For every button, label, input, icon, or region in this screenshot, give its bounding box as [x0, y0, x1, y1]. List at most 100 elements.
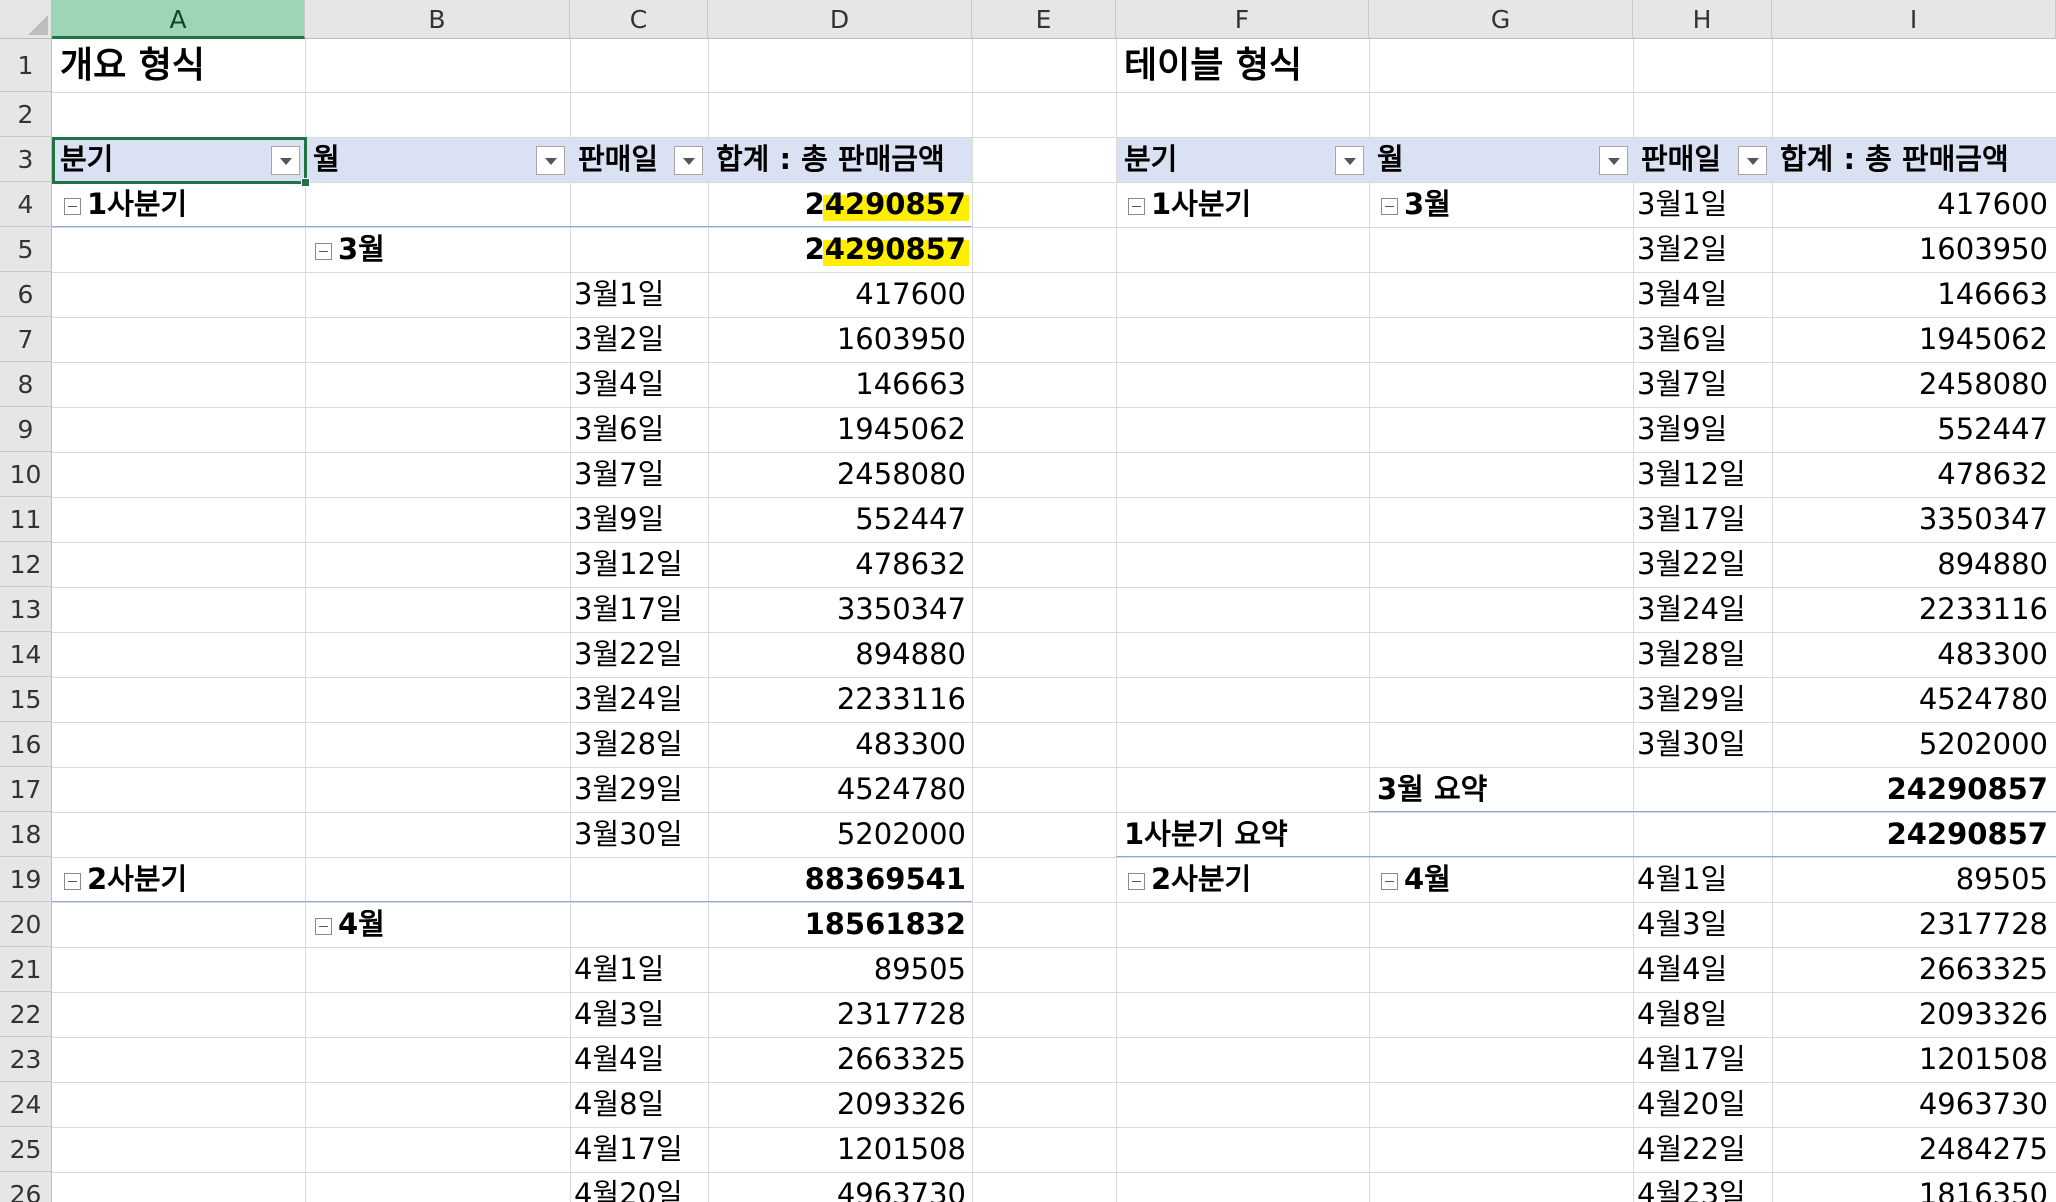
tabular-date-cell: 3월29일	[1637, 682, 1746, 716]
outline-sum-value: 2317728	[836, 997, 966, 1031]
tabular-month-cell[interactable]: 3월	[1369, 182, 1633, 227]
outline-date-cell: 3월9일	[574, 502, 665, 536]
outline-filter-dropdown-month[interactable]	[536, 146, 565, 175]
row-header-6[interactable]: 6	[0, 272, 52, 317]
row-header-18[interactable]: 18	[0, 812, 52, 857]
tabular-filter-dropdown-month[interactable]	[1599, 146, 1628, 175]
column-header-g[interactable]: G	[1369, 0, 1633, 39]
row-header-4[interactable]: 4	[0, 182, 52, 227]
collapse-minus-icon[interactable]	[315, 917, 332, 935]
collapse-minus-icon[interactable]	[315, 242, 332, 260]
row-header-8[interactable]: 8	[0, 362, 52, 407]
tabular-month-summary: 3월 요약	[1377, 772, 1488, 806]
outline-date-cell: 3월24일	[574, 682, 683, 716]
outline-month-row[interactable]: 4월	[305, 902, 708, 947]
outline-sum-value: 4963730	[836, 1177, 966, 1202]
tabular-quarter-cell[interactable]: 2사분기	[1116, 857, 1369, 902]
tabular-month-summary-separator	[1369, 811, 2056, 812]
outline-quarter-row[interactable]: 2사분기	[52, 857, 570, 902]
tabular-date-cell: 3월22일	[1637, 547, 1746, 581]
corner-triangle-icon	[28, 15, 48, 35]
row-header-17[interactable]: 17	[0, 767, 52, 812]
tabular-sum-value: 4524780	[1918, 682, 2048, 716]
tabular-header-month: 월	[1377, 142, 1404, 176]
select-all-corner[interactable]	[0, 0, 52, 39]
row-header-13[interactable]: 13	[0, 587, 52, 632]
tabular-filter-dropdown-date[interactable]	[1738, 146, 1767, 175]
column-header-c[interactable]: C	[570, 0, 708, 39]
outline-month-row[interactable]: 3월	[305, 227, 708, 272]
row-header-21[interactable]: 21	[0, 947, 52, 992]
column-header-i[interactable]: I	[1772, 0, 2056, 39]
outline-sum-value: 1945062	[836, 412, 966, 446]
column-header-d[interactable]: D	[708, 0, 972, 39]
row-header-14[interactable]: 14	[0, 632, 52, 677]
outline-sum-value: 483300	[855, 727, 966, 761]
outline-quarter-row[interactable]: 1사분기	[52, 182, 570, 227]
column-header-f[interactable]: F	[1116, 0, 1369, 39]
row-header-23[interactable]: 23	[0, 1037, 52, 1082]
tabular-sum-value: 552447	[1937, 412, 2048, 446]
row-header-15[interactable]: 15	[0, 677, 52, 722]
tabular-month-summary-value: 24290857	[1886, 772, 2048, 806]
outline-date-cell: 4월4일	[574, 1042, 665, 1076]
column-header-b[interactable]: B	[305, 0, 570, 39]
column-header-e[interactable]: E	[972, 0, 1116, 39]
row-header-11[interactable]: 11	[0, 497, 52, 542]
tabular-filter-dropdown-quarter[interactable]	[1335, 146, 1364, 175]
tabular-month-cell[interactable]: 4월	[1369, 857, 1633, 902]
tabular-sum-value: 1945062	[1918, 322, 2048, 356]
row-header-3[interactable]: 3	[0, 137, 52, 182]
row-header-5[interactable]: 5	[0, 227, 52, 272]
outline-sum-value: 3350347	[836, 592, 966, 626]
row-header-26[interactable]: 26	[0, 1172, 52, 1202]
outline-date-cell: 4월1일	[574, 952, 665, 986]
row-header-22[interactable]: 22	[0, 992, 52, 1037]
tabular-date-cell: 4월8일	[1637, 997, 1728, 1031]
tabular-date-cell: 4월23일	[1637, 1177, 1746, 1202]
tabular-sum-value: 2458080	[1918, 367, 2048, 401]
collapse-minus-icon[interactable]	[64, 197, 81, 215]
collapse-minus-icon[interactable]	[1381, 197, 1398, 215]
row-header-2[interactable]: 2	[0, 92, 52, 137]
collapse-minus-icon[interactable]	[1128, 197, 1145, 215]
row-header-16[interactable]: 16	[0, 722, 52, 767]
outline-date-cell: 3월1일	[574, 277, 665, 311]
tabular-date-cell: 3월17일	[1637, 502, 1746, 536]
outline-sum-value: 894880	[855, 637, 966, 671]
row-header-1[interactable]: 1	[0, 39, 52, 92]
column-header-a[interactable]: A	[52, 0, 305, 39]
row-header-12[interactable]: 12	[0, 542, 52, 587]
outline-date-cell: 3월2일	[574, 322, 665, 356]
outline-date-cell: 4월8일	[574, 1087, 665, 1121]
outline-filter-dropdown-date[interactable]	[674, 146, 703, 175]
tabular-sum-value: 2233116	[1918, 592, 2048, 626]
tabular-date-cell: 3월4일	[1637, 277, 1728, 311]
outline-sum-value: 2663325	[836, 1042, 966, 1076]
row-header-20[interactable]: 20	[0, 902, 52, 947]
collapse-minus-icon[interactable]	[1381, 872, 1398, 890]
tabular-date-cell: 4월3일	[1637, 907, 1728, 941]
tabular-sum-value: 1603950	[1918, 232, 2048, 266]
outline-date-cell: 4월20일	[574, 1177, 683, 1202]
column-header-h[interactable]: H	[1633, 0, 1772, 39]
row-header-7[interactable]: 7	[0, 317, 52, 362]
row-header-9[interactable]: 9	[0, 407, 52, 452]
collapse-minus-icon[interactable]	[64, 872, 81, 890]
outline-date-cell: 3월4일	[574, 367, 665, 401]
outline-date-cell: 3월12일	[574, 547, 683, 581]
outline-date-cell: 3월7일	[574, 457, 665, 491]
tabular-date-cell: 4월20일	[1637, 1087, 1746, 1121]
spreadsheet-grid[interactable]: A B C D E F G H I 1 2 3 4 5 6 7 8 9 10 11 12 13 14 15 16 17 18 19 20…	[0, 0, 2056, 1202]
row-header-10[interactable]: 10	[0, 452, 52, 497]
outline-sum-value: 5202000	[836, 817, 966, 851]
collapse-minus-icon[interactable]	[1128, 872, 1145, 890]
outline-date-cell: 3월30일	[574, 817, 683, 851]
row-header-24[interactable]: 24	[0, 1082, 52, 1127]
tabular-sum-value: 89505	[1955, 862, 2048, 896]
tabular-quarter-cell[interactable]: 1사분기	[1116, 182, 1369, 227]
row-header-25[interactable]: 25	[0, 1127, 52, 1172]
row-header-19[interactable]: 19	[0, 857, 52, 902]
tabular-quarter-summary-value: 24290857	[1886, 817, 2048, 851]
tabular-sum-value: 478632	[1937, 457, 2048, 491]
